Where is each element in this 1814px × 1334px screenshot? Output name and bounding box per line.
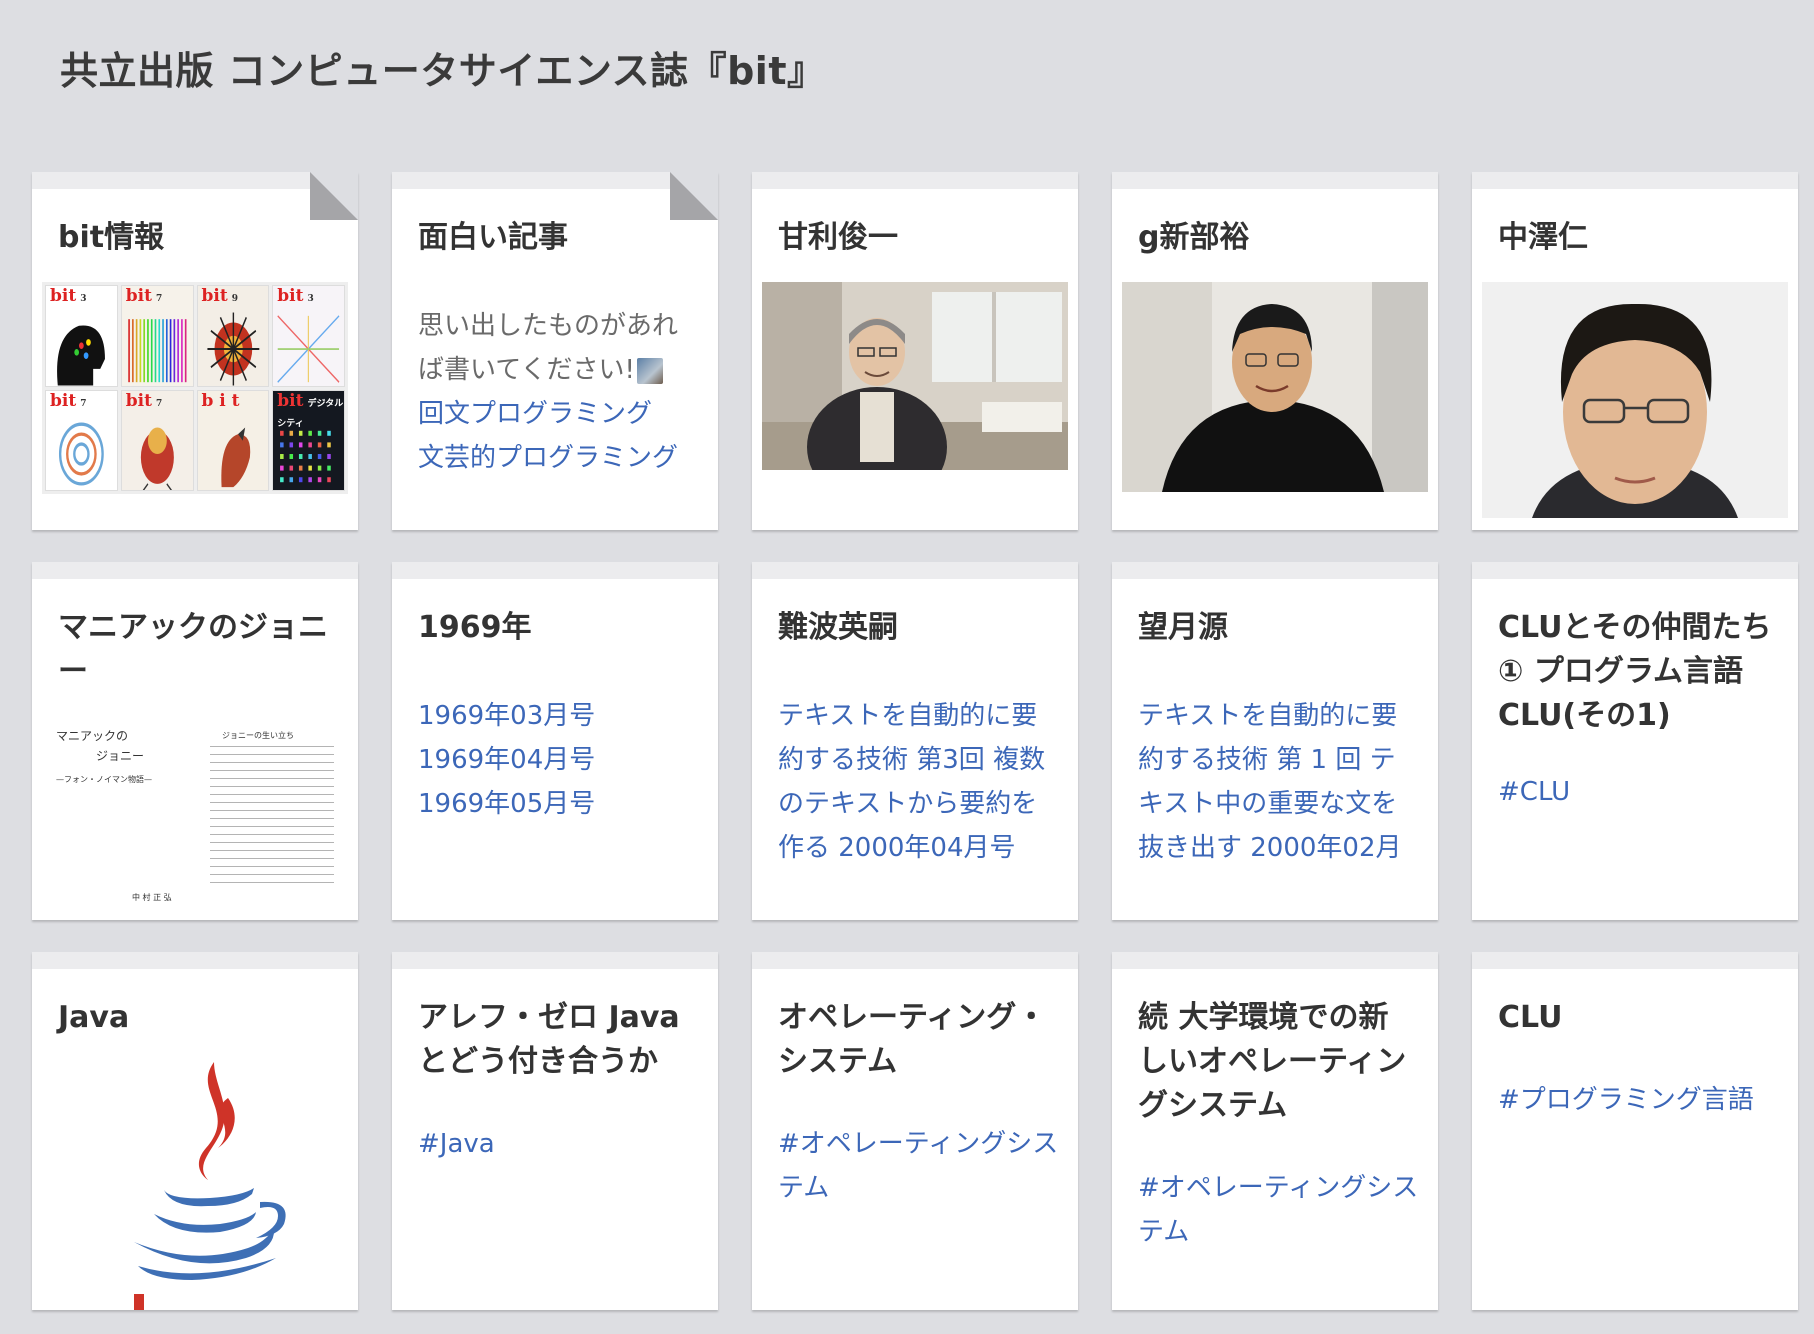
card-title: 難波英嗣 <box>778 610 898 645</box>
card-clu-friends[interactable]: CLUとその仲間たち ① プログラム言語 CLU(その1) #CLU <box>1472 562 1798 920</box>
bit-cover-label: bit 7 <box>50 390 87 411</box>
link-issue-1969-03[interactable]: 1969年03月号 <box>418 694 700 738</box>
bit-cover-issue: 7 <box>155 294 163 304</box>
card-title: 甘利俊一 <box>778 220 898 255</box>
portrait-photo <box>1482 282 1788 518</box>
link-literate-programming[interactable]: 文芸的プログラミング <box>418 436 700 480</box>
card-title: アレフ・ゼロ Java とどう付き合うか <box>418 1000 680 1079</box>
card-title: 望月源 <box>1138 610 1228 645</box>
scan-heading-2: ジョニー <box>96 749 145 763</box>
bit-cover-issue: 7 <box>80 398 87 409</box>
bit-cover-label: bit 9 <box>201 286 238 306</box>
card-title: 中澤仁 <box>1498 220 1588 255</box>
tag-operating-system[interactable]: #オペレーティングシステム <box>778 1122 1060 1210</box>
portrait-photo <box>762 282 1068 470</box>
card-title: オペレーティング・システム <box>778 1000 1047 1079</box>
card-grid: bit情報 bit 3 bit 7 bit 9 bit 3 bit 7 bit 7 b i t bit デジ… <box>32 172 1798 1310</box>
user-avatar-icon <box>636 357 663 384</box>
bit-cover-thumbnail: bit 7 <box>120 285 194 387</box>
scan-text-block <box>210 746 334 886</box>
scan-right-title: ジョニーの生い立ち <box>222 731 294 740</box>
portrait-photo <box>1122 282 1428 492</box>
scan-author: 中 村 正 弘 <box>132 893 172 902</box>
card-title: 1969年 <box>418 610 532 645</box>
bit-covers-collage: bit 3 bit 7 bit 9 bit 3 bit 7 bit 7 b i t bit デジタルシティ <box>42 282 348 494</box>
bit-cover-issue: デジタルシティ <box>277 398 344 429</box>
link-summarization-article-1[interactable]: テキストを自動的に要約する技術 第 1 回 テキスト中の重要な文を抜き出す 20… <box>1138 694 1420 870</box>
card-title: 面白い記事 <box>418 220 568 255</box>
card-mochizuki[interactable]: 望月源 テキストを自動的に要約する技術 第 1 回 テキスト中の重要な文を抜き出… <box>1112 562 1438 920</box>
bit-cover-thumbnail: bit デジタルシティ <box>272 389 345 491</box>
card-1969[interactable]: 1969年 1969年03月号 1969年04月号 1969年05月号 <box>392 562 718 920</box>
bit-cover-label: b i t <box>201 390 240 411</box>
tag-operating-system[interactable]: #オペレーティングシステム <box>1138 1166 1420 1254</box>
card-niibe[interactable]: g新部裕 <box>1112 172 1438 530</box>
card-title: マニアックのジョニー <box>58 610 328 689</box>
link-palindrome-programming[interactable]: 回文プログラミング <box>418 392 700 436</box>
bit-cover-thumbnail: b i t <box>196 389 270 491</box>
bit-cover-thumbnail: bit 9 <box>196 285 270 387</box>
card-bit-info[interactable]: bit情報 bit 3 bit 7 bit 9 bit 3 bit 7 bit 7 b i t bit デジ… <box>32 172 358 530</box>
bit-cover-issue: 3 <box>307 294 314 304</box>
card-title: 続 大学環境での新しいオペレーティングシステム <box>1138 1000 1407 1123</box>
link-issue-1969-05[interactable]: 1969年05月号 <box>418 782 700 826</box>
bit-cover-label: bit 7 <box>125 390 163 411</box>
bit-cover-issue: 9 <box>231 294 238 304</box>
card-aleph-zero-java[interactable]: アレフ・ゼロ Java とどう付き合うか #Java <box>392 952 718 1310</box>
card-namba[interactable]: 難波英嗣 テキストを自動的に要約する技術 第3回 複数のテキストから要約を作る … <box>752 562 1078 920</box>
bit-cover-label: bit 3 <box>277 286 314 306</box>
bit-cover-label: bit 3 <box>50 286 87 306</box>
bit-cover-thumbnail: bit 3 <box>45 285 118 387</box>
link-summarization-article-3[interactable]: テキストを自動的に要約する技術 第3回 複数のテキストから要約を作る 2000年… <box>778 694 1060 870</box>
card-nakazawa[interactable]: 中澤仁 <box>1472 172 1798 530</box>
card-title: CLUとその仲間たち ① プログラム言語 CLU(その1) <box>1498 610 1772 733</box>
tag-clu[interactable]: #CLU <box>1498 770 1780 814</box>
card-text-line: 思い出したものがあれ <box>418 311 679 341</box>
card-title: CLU <box>1498 1000 1563 1035</box>
bit-cover-thumbnail: bit 3 <box>272 285 345 387</box>
card-interesting-articles[interactable]: 面白い記事 思い出したものがあれ ば書いてください! 回文プログラミング 文芸的… <box>392 172 718 530</box>
card-new-os-university[interactable]: 続 大学環境での新しいオペレーティングシステム #オペレーティングシステム <box>1112 952 1438 1310</box>
card-clu[interactable]: CLU #プログラミング言語 <box>1472 952 1798 1310</box>
card-text-line: ば書いてください! <box>418 355 635 385</box>
card-amari[interactable]: 甘利俊一 <box>752 172 1078 530</box>
bit-cover-label: bit 7 <box>125 286 163 306</box>
tag-programming-language[interactable]: #プログラミング言語 <box>1498 1078 1780 1122</box>
bit-cover-issue: 3 <box>80 294 87 304</box>
article-scan-image: マニアックの ジョニー —フォン・ノイマン物語— ジョニーの生い立ち 中 村 正… <box>42 712 348 912</box>
card-title: bit情報 <box>58 220 165 255</box>
card-title: g新部裕 <box>1138 220 1250 255</box>
java-logo-icon <box>42 1052 348 1310</box>
bit-cover-label: bit デジタルシティ <box>277 390 344 429</box>
card-operating-system[interactable]: オペレーティング・システム #オペレーティングシステム <box>752 952 1078 1310</box>
scan-heading: マニアックの <box>56 729 129 743</box>
bit-cover-thumbnail: bit 7 <box>45 389 118 491</box>
page-title: 共立出版 コンピュータサイエンス誌『bit』 <box>60 49 826 93</box>
tag-java[interactable]: #Java <box>418 1122 700 1166</box>
card-maniac-johnny[interactable]: マニアックのジョニー マニアックの ジョニー —フォン・ノイマン物語— ジョニー… <box>32 562 358 920</box>
card-title: Java <box>58 1000 130 1035</box>
bit-cover-thumbnail: bit 7 <box>120 389 194 491</box>
bit-cover-issue: 7 <box>155 398 163 409</box>
scan-subtitle: —フォン・ノイマン物語— <box>56 775 152 784</box>
link-issue-1969-04[interactable]: 1969年04月号 <box>418 738 700 782</box>
card-java[interactable]: Java <box>32 952 358 1310</box>
